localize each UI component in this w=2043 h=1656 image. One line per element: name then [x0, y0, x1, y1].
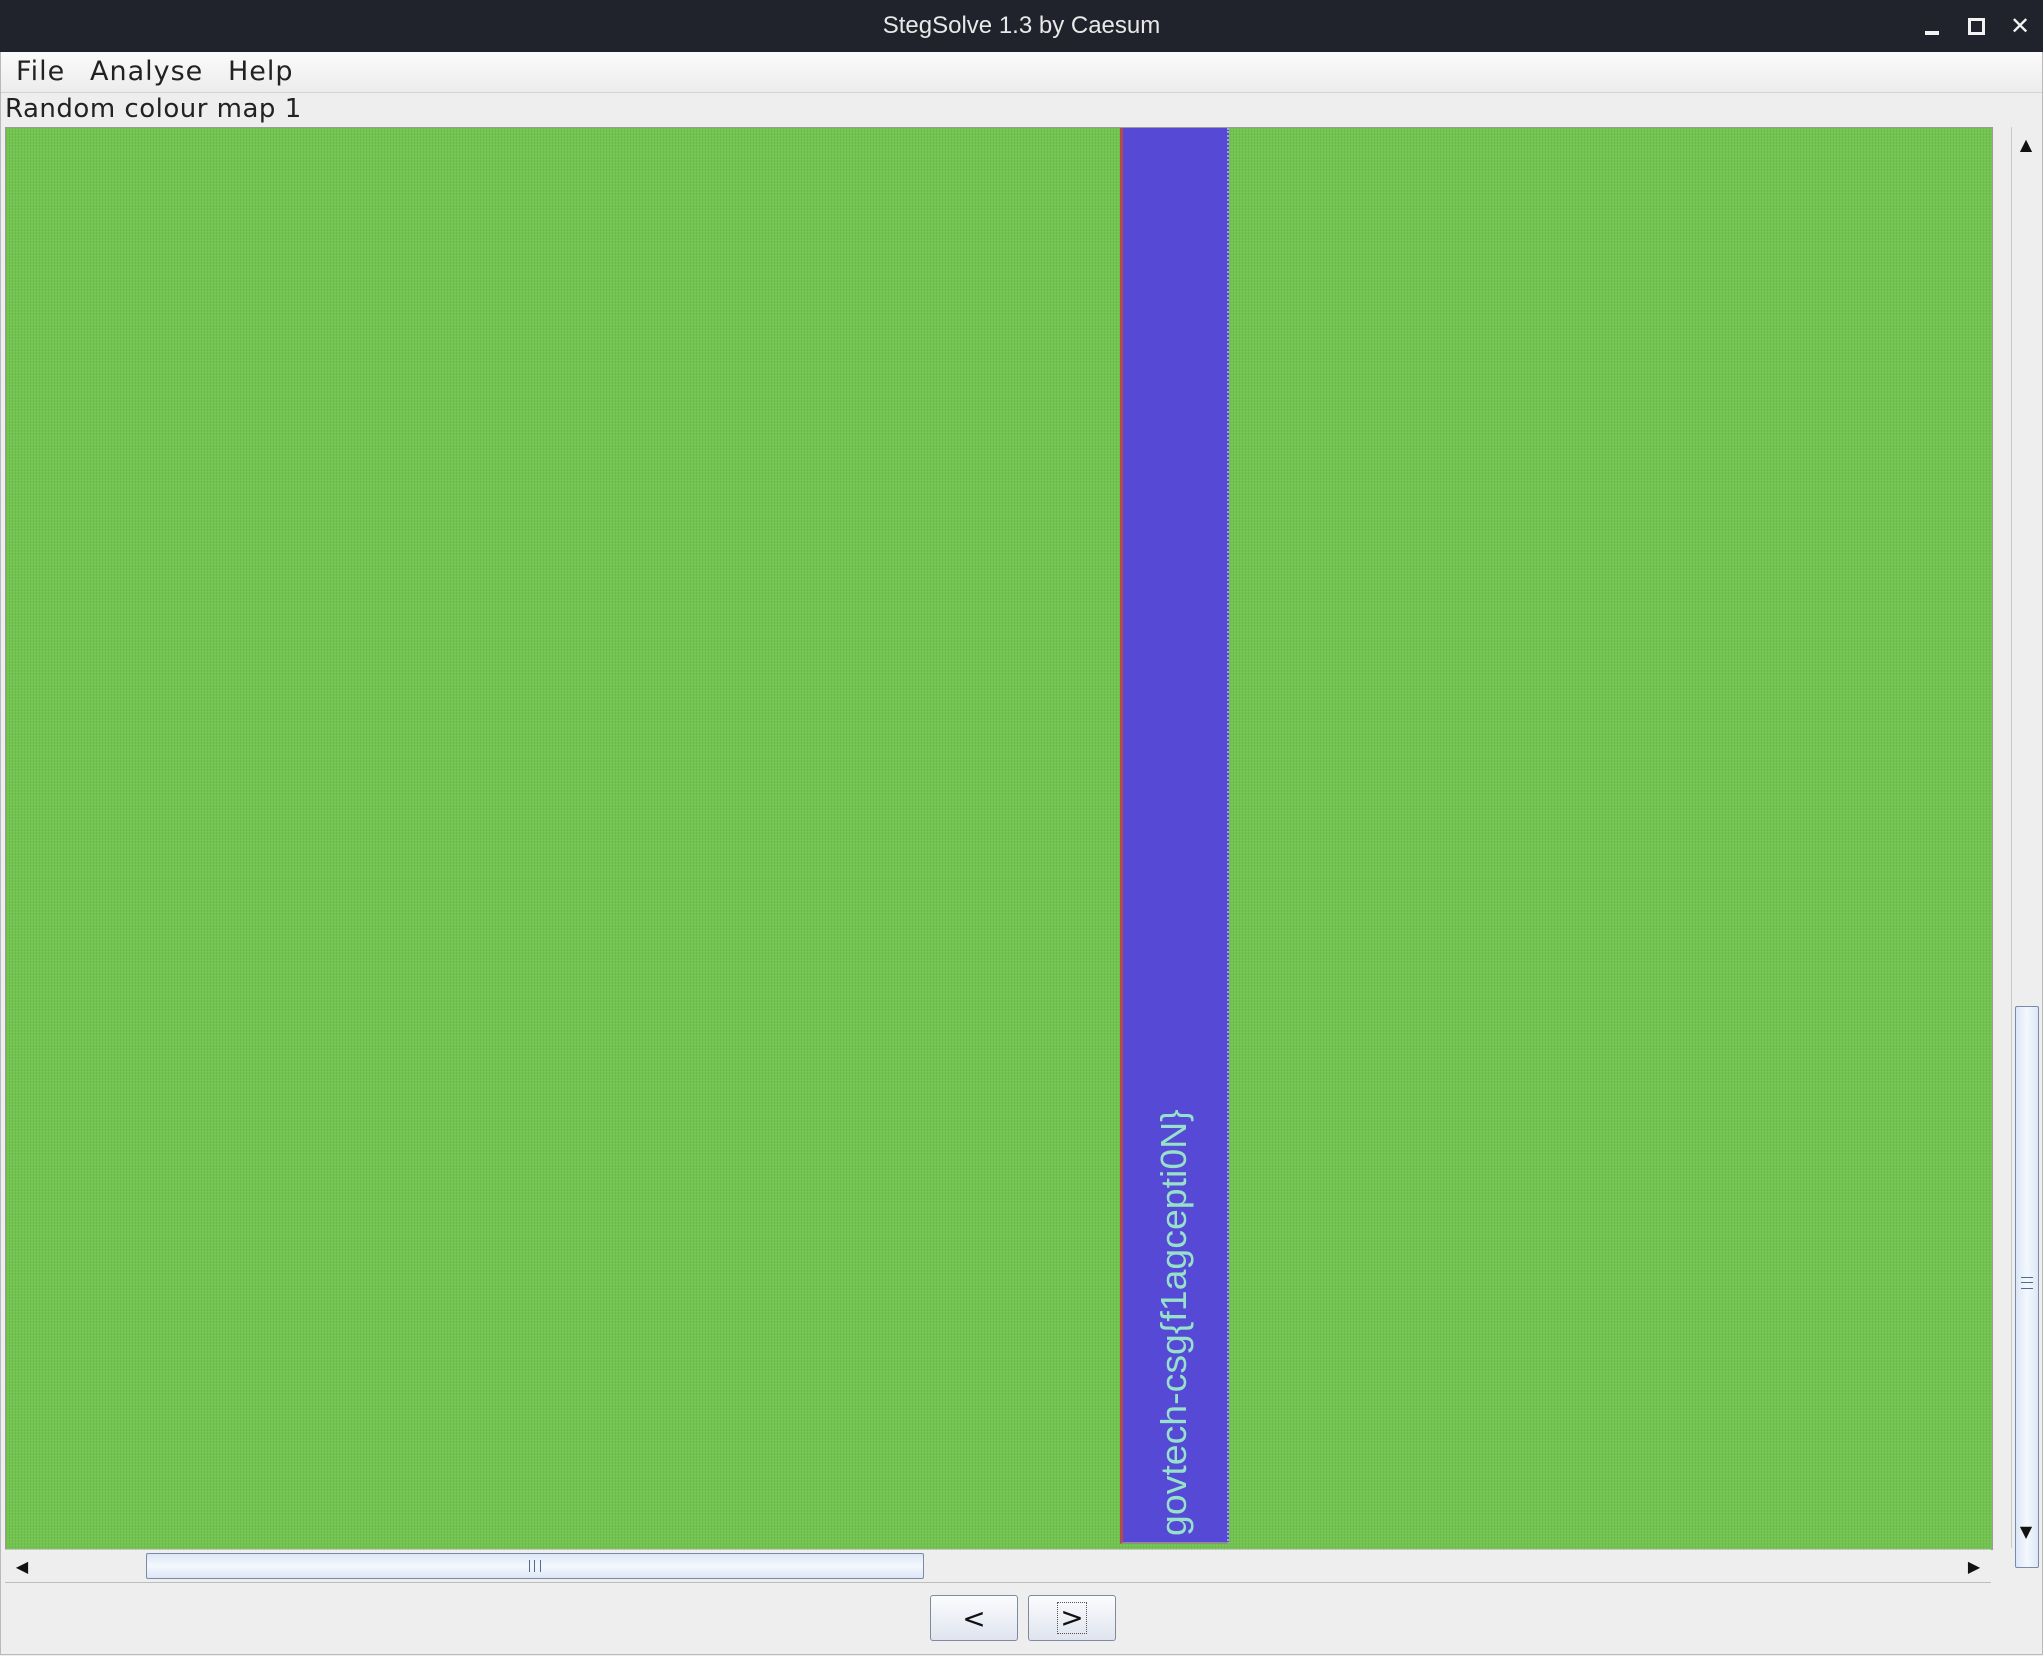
- menu-file[interactable]: File: [16, 56, 65, 87]
- next-plane-button-label: >: [1057, 1602, 1087, 1634]
- maximize-icon[interactable]: [1960, 10, 1992, 42]
- minimize-icon[interactable]: [1916, 10, 1948, 42]
- close-icon[interactable]: ✕: [2004, 10, 2036, 42]
- view-mode-label: Random colour map 1: [5, 94, 302, 124]
- menu-analyse[interactable]: Analyse: [90, 56, 203, 87]
- previous-plane-button[interactable]: <: [930, 1595, 1018, 1641]
- horizontal-scroll-thumb[interactable]: [146, 1553, 924, 1579]
- scroll-up-icon[interactable]: ▲: [2013, 129, 2039, 159]
- scroll-left-icon[interactable]: ◀: [7, 1551, 37, 1581]
- hidden-data-band: govtech-csg{f1agcepti0N}: [1120, 128, 1229, 1544]
- menu-bar: File Analyse Help: [1, 52, 2042, 93]
- image-viewport[interactable]: govtech-csg{f1agcepti0N}: [5, 127, 1993, 1550]
- scroll-right-icon[interactable]: ▶: [1959, 1551, 1989, 1581]
- scroll-down-icon[interactable]: ▼: [2013, 1516, 2039, 1546]
- vertical-scroll-thumb[interactable]: [2015, 1006, 2039, 1568]
- horizontal-scrollbar[interactable]: ◀ ▶: [5, 1549, 1991, 1583]
- next-plane-button[interactable]: >: [1028, 1595, 1116, 1641]
- app-frame: File Analyse Help Random colour map 1 go…: [0, 52, 2043, 1655]
- window-title: StegSolve 1.3 by Caesum: [882, 12, 1161, 39]
- hidden-flag-text: govtech-csg{f1agcepti0N}: [1153, 1109, 1194, 1536]
- menu-help[interactable]: Help: [228, 56, 294, 87]
- window-titlebar: StegSolve 1.3 by Caesum ✕: [0, 0, 2043, 52]
- vertical-scrollbar[interactable]: ▲ ▼: [2011, 127, 2040, 1568]
